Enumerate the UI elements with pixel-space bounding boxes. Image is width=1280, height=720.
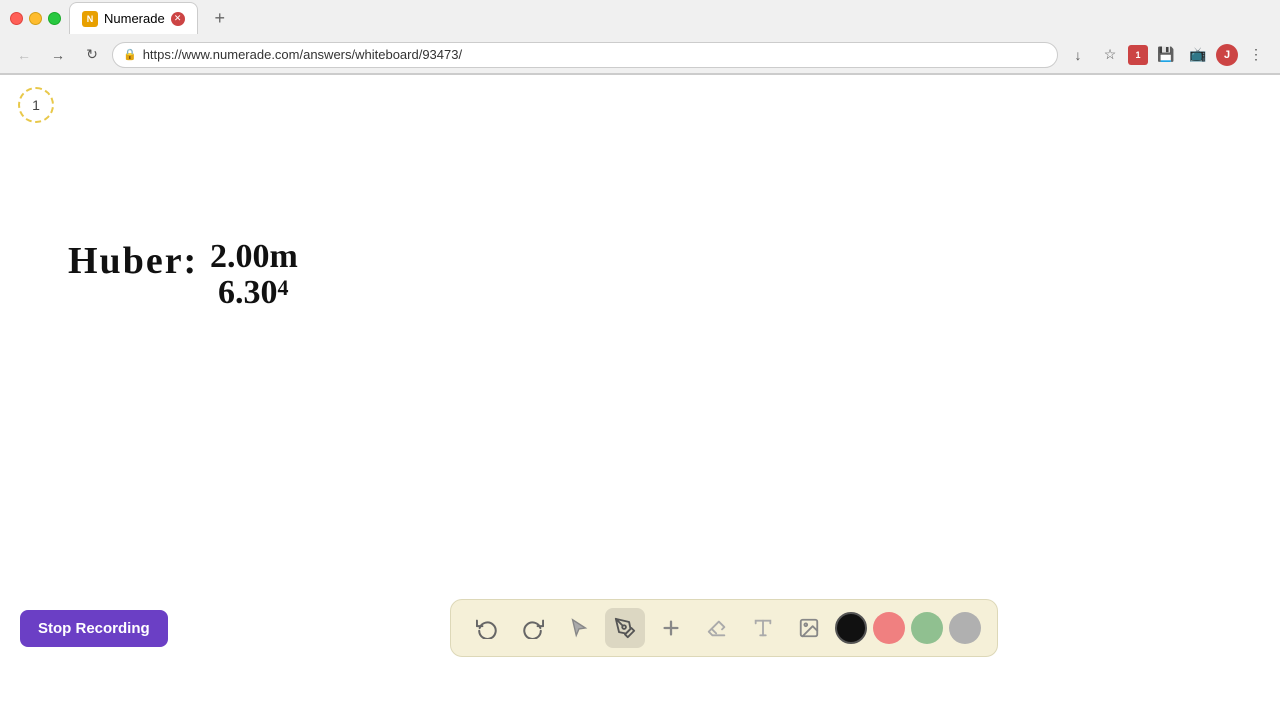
svg-text:6.304: 6.304: [218, 274, 289, 311]
image-icon: [798, 617, 820, 639]
plus-icon: [660, 617, 682, 639]
tab-favicon: N: [82, 11, 98, 27]
color-black[interactable]: [835, 612, 867, 644]
stop-recording-button[interactable]: Stop Recording: [20, 610, 168, 647]
downloads-btn[interactable]: ↓: [1064, 41, 1092, 69]
traffic-lights: [10, 12, 61, 25]
pen-button[interactable]: [605, 608, 645, 648]
new-tab-btn[interactable]: +: [206, 4, 234, 32]
address-bar[interactable]: 🔒 https://www.numerade.com/answers/white…: [112, 42, 1058, 68]
save-btn[interactable]: 💾: [1152, 41, 1180, 69]
eraser-button[interactable]: [697, 608, 737, 648]
address-text: https://www.numerade.com/answers/whitebo…: [143, 47, 462, 62]
menu-btn[interactable]: ⋮: [1242, 41, 1270, 69]
image-button[interactable]: [789, 608, 829, 648]
reload-btn[interactable]: ↻: [78, 41, 106, 69]
undo-icon: [476, 617, 498, 639]
nav-right-icons: ↓ ☆ 1 💾 📺 J ⋮: [1064, 41, 1270, 69]
tab-close-btn[interactable]: ✕: [171, 12, 185, 26]
bottom-toolbar: Stop Recording: [0, 593, 1280, 663]
tab-title: Numerade: [104, 11, 165, 26]
svg-text:2.00m: 2.00m: [210, 238, 298, 275]
color-gray[interactable]: [949, 612, 981, 644]
text-button[interactable]: [743, 608, 783, 648]
add-button[interactable]: [651, 608, 691, 648]
redo-icon: [522, 617, 544, 639]
color-pink[interactable]: [873, 612, 905, 644]
drawing-toolbar: [450, 599, 998, 657]
bookmark-btn[interactable]: ☆: [1096, 41, 1124, 69]
eraser-icon: [706, 617, 728, 639]
browser-chrome: N Numerade ✕ + ← → ↻ 🔒 https://www.numer…: [0, 0, 1280, 75]
text-icon: [752, 617, 774, 639]
cast-btn[interactable]: 📺: [1184, 41, 1212, 69]
close-window-btn[interactable]: [10, 12, 23, 25]
nav-bar: ← → ↻ 🔒 https://www.numerade.com/answers…: [0, 36, 1280, 74]
redo-button[interactable]: [513, 608, 553, 648]
title-bar: N Numerade ✕ +: [0, 0, 1280, 36]
slide-badge: 1: [18, 87, 54, 123]
undo-button[interactable]: [467, 608, 507, 648]
fullscreen-window-btn[interactable]: [48, 12, 61, 25]
cursor-icon: [568, 617, 590, 639]
svg-text:Huber:: Huber:: [68, 240, 198, 282]
active-tab[interactable]: N Numerade ✕: [69, 2, 198, 34]
pen-icon: [614, 617, 636, 639]
back-btn[interactable]: ←: [10, 41, 38, 69]
profile-btn[interactable]: J: [1216, 44, 1238, 66]
page-content: 1 Huber: 2.00m 6.304 Stop Recording: [0, 75, 1280, 663]
slide-number: 1: [32, 97, 40, 113]
minimize-window-btn[interactable]: [29, 12, 42, 25]
forward-btn[interactable]: →: [44, 41, 72, 69]
lock-icon: 🔒: [123, 48, 137, 61]
extension-btn[interactable]: 1: [1128, 45, 1148, 65]
color-green[interactable]: [911, 612, 943, 644]
whiteboard-canvas[interactable]: Huber: 2.00m 6.304: [0, 75, 1280, 663]
select-button[interactable]: [559, 608, 599, 648]
